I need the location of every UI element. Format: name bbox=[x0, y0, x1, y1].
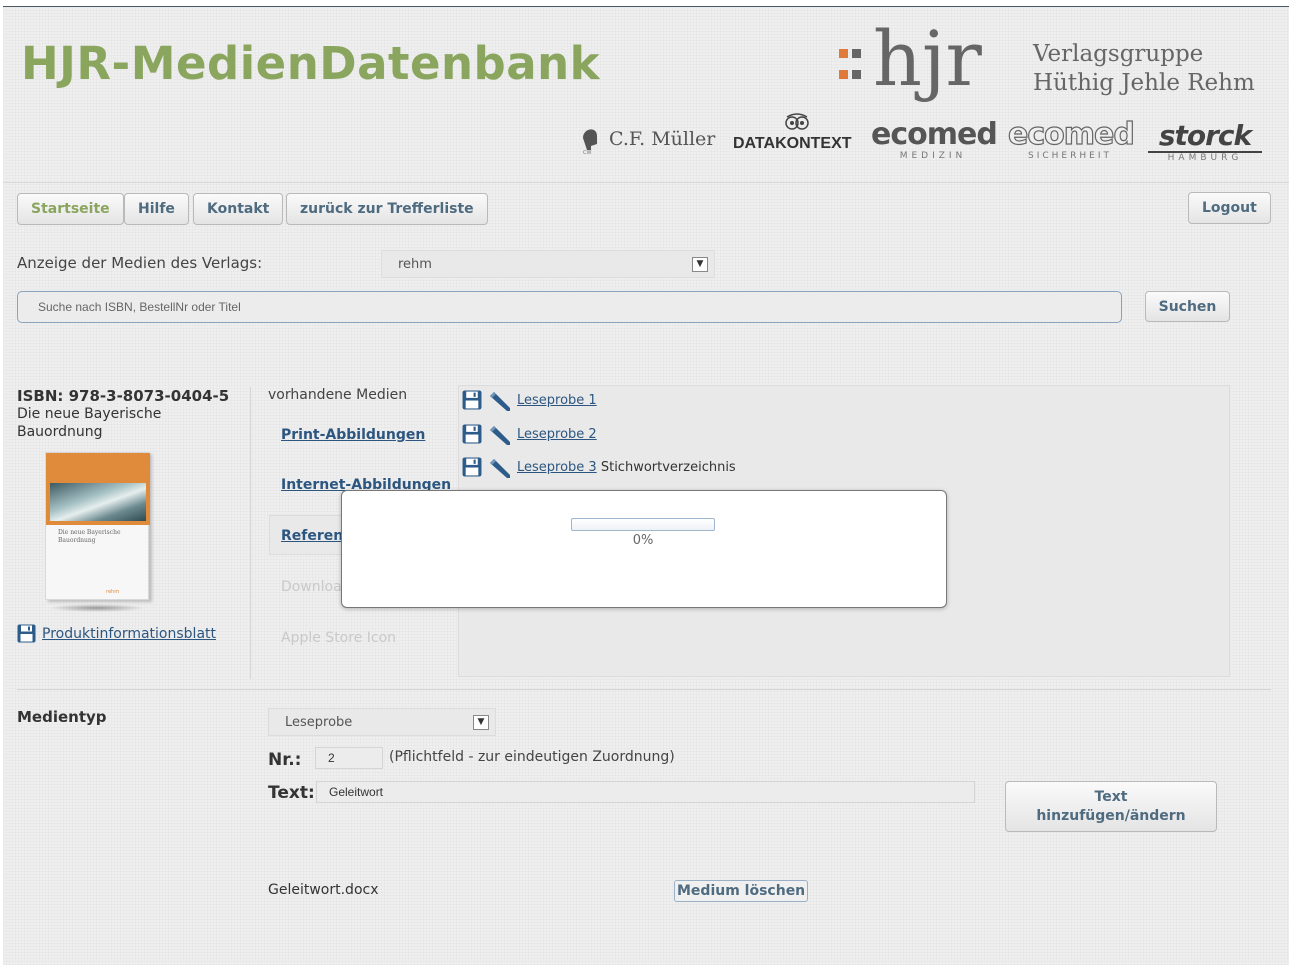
brand-ecomed-medizin-text: ecomed bbox=[871, 117, 998, 152]
brand-ecomed-medizin-sub: MEDIZIN bbox=[899, 151, 967, 161]
media-type-label: Medientyp bbox=[17, 708, 107, 726]
section-divider bbox=[17, 689, 1271, 690]
book-cover: Die neue Bayerische Bauordnung rehm bbox=[41, 450, 153, 620]
pencil-icon[interactable] bbox=[488, 424, 512, 446]
brand-storck-text: storck bbox=[1158, 119, 1252, 152]
logout-button[interactable]: Logout bbox=[1188, 192, 1271, 224]
hjr-logo: hjr bbox=[839, 15, 983, 103]
group-name: Verlagsgruppe Hüthig Jehle Rehm bbox=[1033, 40, 1255, 98]
header-divider bbox=[3, 182, 1289, 183]
nav-contact-button[interactable]: Kontakt bbox=[193, 193, 284, 225]
save-icon[interactable] bbox=[462, 390, 482, 410]
media-item-label-row: Leseprobe 3 Stichwortverzeichnis bbox=[517, 460, 736, 475]
column-divider bbox=[250, 387, 251, 679]
nav-help-button[interactable]: Hilfe bbox=[124, 193, 189, 225]
upload-progress-bar bbox=[571, 518, 715, 531]
brand-ecomed-sicherheit-text: ecomed bbox=[1007, 117, 1135, 152]
upload-progress-text: 0% bbox=[632, 533, 654, 548]
save-icon bbox=[17, 624, 36, 643]
text-input[interactable] bbox=[316, 781, 975, 803]
text-add-change-button-line2: hinzufügen/ändern bbox=[1036, 807, 1186, 824]
hjr-logo-text: hjr bbox=[873, 15, 983, 103]
brand-ecomed-medizin: ecomed MEDIZIN bbox=[871, 117, 998, 163]
media-tab-apple-store-icon[interactable]: Apple Store Icon bbox=[281, 630, 396, 646]
chevron-down-icon: ▼ bbox=[692, 257, 708, 272]
nr-label: Nr.: bbox=[268, 750, 302, 770]
brand-storck-sub: HAMBURG bbox=[1167, 153, 1243, 163]
search-input[interactable] bbox=[17, 291, 1122, 323]
media-item-link[interactable]: Leseprobe 3 bbox=[517, 460, 597, 475]
svg-text:CW: CW bbox=[583, 150, 591, 154]
group-name-line1: Verlagsgruppe bbox=[1033, 41, 1204, 67]
product-title-line2: Bauordnung bbox=[17, 424, 103, 440]
group-name-line2: Hüthig Jehle Rehm bbox=[1033, 70, 1255, 96]
page-background: HJR-MedienDatenbank hjr Verlagsgruppe Hü… bbox=[3, 6, 1289, 965]
nr-input[interactable] bbox=[315, 747, 383, 769]
text-label: Text: bbox=[268, 783, 315, 803]
media-tab-print[interactable]: Print-Abbildungen bbox=[281, 427, 425, 443]
product-isbn: ISBN: 978-3-8073-0404-5 bbox=[17, 387, 230, 405]
available-media-heading: vorhandene Medien bbox=[268, 387, 408, 403]
product-title: Die neue Bayerische Bauordnung bbox=[17, 405, 161, 441]
search-button[interactable]: Suchen bbox=[1145, 291, 1230, 322]
media-type-select[interactable]: Leseprobe ▼ bbox=[268, 708, 496, 736]
media-tab-references[interactable]: Referen bbox=[281, 528, 343, 544]
brand-datakontext-text: DATAKONTEXT bbox=[733, 135, 852, 152]
media-item-extra: Stichwortverzeichnis bbox=[600, 460, 736, 475]
pencil-icon[interactable] bbox=[488, 457, 512, 479]
product-info-sheet[interactable]: Produktinformationsblatt bbox=[17, 624, 216, 643]
file-name: Geleitwort.docx bbox=[268, 882, 379, 898]
delete-medium-button[interactable]: Medium löschen bbox=[674, 880, 809, 902]
app-title: HJR-MedienDatenbank bbox=[21, 37, 601, 90]
media-item-link[interactable]: Leseprobe 1 bbox=[517, 393, 597, 408]
brand-ecomed-sicherheit-sub: SICHERHEIT bbox=[1028, 151, 1112, 161]
book-shadow bbox=[49, 604, 145, 612]
nr-hint: (Pflichtfeld - zur eindeutigen Zuordnung… bbox=[389, 749, 675, 765]
book-cover-page: Die neue Bayerische Bauordnung rehm bbox=[45, 452, 150, 600]
brand-datakontext: DATAKONTEXT bbox=[733, 113, 861, 157]
brand-storck: storck HAMBURG bbox=[1146, 121, 1264, 165]
nav-home-button[interactable]: Startseite bbox=[17, 193, 124, 225]
brand-ecomed-sicherheit: ecomed SICHERHEIT bbox=[1007, 117, 1135, 163]
product-info-sheet-link[interactable]: Produktinformationsblatt bbox=[42, 626, 216, 642]
brand-cfmueller: CW C.F. Müller bbox=[579, 124, 715, 154]
brand-cfmueller-text: C.F. Müller bbox=[609, 128, 716, 150]
publisher-label: Anzeige der Medien des Verlags: bbox=[17, 254, 263, 272]
publisher-select[interactable]: rehm ▼ bbox=[381, 250, 715, 278]
media-item-link[interactable]: Leseprobe 2 bbox=[517, 427, 597, 442]
owl-icon bbox=[785, 113, 809, 130]
save-icon[interactable] bbox=[462, 457, 482, 477]
nav-back-to-results-button[interactable]: zurück zur Trefferliste bbox=[286, 193, 488, 225]
book-cover-publisher: rehm bbox=[106, 589, 120, 595]
helmet-icon: CW bbox=[583, 129, 597, 154]
product-title-line1: Die neue Bayerische bbox=[17, 406, 162, 422]
book-cover-title: Die neue Bayerische Bauordnung bbox=[58, 529, 121, 544]
text-add-change-button[interactable]: Text hinzufügen/ändern bbox=[1005, 781, 1217, 832]
book-cover-image bbox=[50, 483, 146, 521]
save-icon[interactable] bbox=[462, 424, 482, 444]
publisher-select-value: rehm bbox=[398, 256, 432, 272]
media-type-select-value: Leseprobe bbox=[285, 714, 353, 730]
pencil-icon[interactable] bbox=[488, 390, 512, 412]
progress-dialog: 0% bbox=[341, 490, 947, 608]
media-tab-downloads[interactable]: Downloa bbox=[281, 579, 342, 595]
chevron-down-icon: ▼ bbox=[473, 715, 489, 730]
text-add-change-button-line1: Text bbox=[1094, 788, 1128, 805]
